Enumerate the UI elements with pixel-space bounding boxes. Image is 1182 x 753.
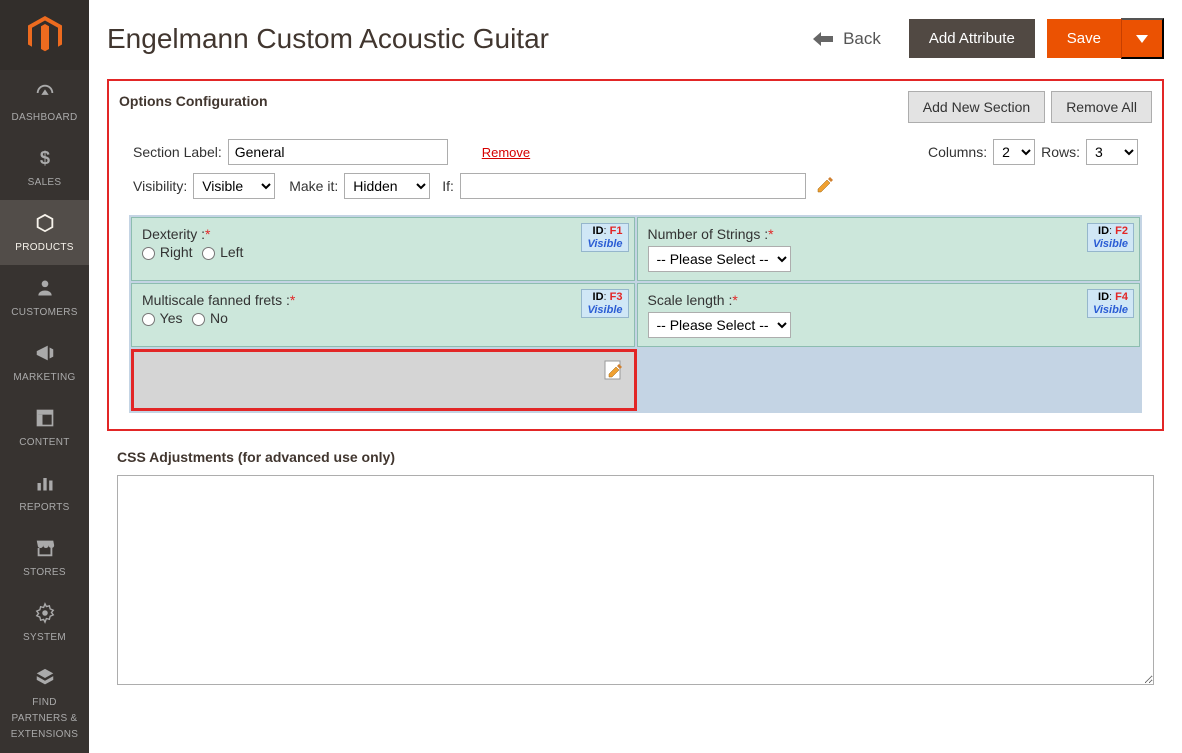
empty-cell[interactable] [639, 349, 1141, 411]
nav-label: SYSTEM [23, 632, 66, 643]
admin-sidebar: DASHBOARD $ SALES PRODUCTS CUSTOMERS MAR… [0, 0, 89, 753]
content-icon [35, 407, 55, 429]
option-id-badge: ID: F2 Visible [1087, 223, 1134, 252]
radio-yes[interactable]: Yes [142, 310, 182, 326]
css-textarea[interactable] [117, 475, 1154, 685]
section-label-input[interactable] [228, 139, 448, 165]
save-button[interactable]: Save [1047, 19, 1121, 58]
nav-dashboard[interactable]: DASHBOARD [0, 70, 89, 135]
columns-select[interactable]: 2 [993, 139, 1035, 165]
nav-label: CUSTOMERS [11, 307, 77, 318]
products-icon [34, 212, 56, 234]
edit-cell-button[interactable] [604, 360, 624, 383]
page-header: Engelmann Custom Acoustic Guitar Back Ad… [107, 0, 1164, 79]
customers-icon [35, 277, 55, 299]
section-label-text: Section Label: [133, 144, 222, 160]
stores-icon [34, 537, 56, 559]
add-attribute-button[interactable]: Add Attribute [909, 19, 1035, 58]
radio-no[interactable]: No [192, 310, 228, 326]
css-heading: CSS Adjustments (for advanced use only) [117, 449, 1164, 465]
option-cell-dexterity[interactable]: ID: F1 Visible Dexterity :* Right Left [131, 217, 635, 281]
system-icon [34, 602, 56, 624]
nav-label: REPORTS [19, 502, 69, 513]
sales-icon: $ [35, 147, 55, 169]
chevron-down-icon [1136, 35, 1148, 43]
nav-label: MARKETING [13, 372, 75, 383]
remove-all-button[interactable]: Remove All [1051, 91, 1152, 123]
make-it-label: Make it: [289, 178, 338, 194]
dashboard-icon [34, 82, 56, 104]
add-section-button[interactable]: Add New Section [908, 91, 1045, 123]
nav-label: SALES [28, 177, 62, 188]
nav-partners[interactable]: FIND PARTNERS & EXTENSIONS [0, 655, 89, 753]
svg-text:$: $ [39, 147, 49, 168]
if-input[interactable] [460, 173, 806, 199]
radio-right[interactable]: Right [142, 244, 193, 260]
nav-label: FIND PARTNERS & EXTENSIONS [11, 697, 78, 740]
nav-label: DASHBOARD [11, 112, 77, 123]
back-button[interactable]: Back [813, 29, 881, 49]
pencil-note-icon [604, 360, 624, 380]
magento-logo-icon [28, 16, 62, 54]
nav-label: CONTENT [19, 437, 69, 448]
option-cell-scale[interactable]: ID: F4 Visible Scale length :* -- Please… [637, 283, 1141, 347]
empty-cell-selected[interactable] [131, 349, 637, 411]
option-id-badge: ID: F1 Visible [581, 223, 628, 252]
edit-condition-button[interactable] [816, 176, 834, 197]
option-cell-multiscale[interactable]: ID: F3 Visible Multiscale fanned frets :… [131, 283, 635, 347]
option-title: Multiscale fanned frets :* [142, 292, 295, 308]
arrow-left-icon [813, 32, 833, 46]
make-it-select[interactable]: Hidden [344, 173, 430, 199]
logo[interactable] [0, 0, 89, 70]
main-content: Engelmann Custom Acoustic Guitar Back Ad… [89, 0, 1182, 753]
nav-customers[interactable]: CUSTOMERS [0, 265, 89, 330]
option-title: Dexterity :* [142, 226, 210, 242]
radio-left[interactable]: Left [202, 244, 243, 260]
nav-stores[interactable]: STORES [0, 525, 89, 590]
remove-section-link[interactable]: Remove [482, 145, 530, 160]
marketing-icon [34, 342, 56, 364]
page-title: Engelmann Custom Acoustic Guitar [107, 23, 813, 55]
if-label: If: [442, 178, 454, 194]
options-config-panel: Options Configuration Add New Section Re… [107, 79, 1164, 431]
rows-select[interactable]: 3 [1086, 139, 1138, 165]
partners-icon [34, 667, 56, 689]
visibility-label: Visibility: [133, 178, 187, 194]
panel-header: Options Configuration Add New Section Re… [119, 91, 1152, 123]
nav-label: PRODUCTS [15, 242, 74, 253]
panel-title: Options Configuration [119, 91, 268, 109]
reports-icon [35, 472, 55, 494]
pencil-icon [816, 176, 834, 194]
scale-select[interactable]: -- Please Select -- [648, 312, 791, 338]
option-id-badge: ID: F4 Visible [1087, 289, 1134, 318]
columns-label: Columns: [928, 144, 987, 160]
option-cell-strings[interactable]: ID: F2 Visible Number of Strings :* -- P… [637, 217, 1141, 281]
visibility-select[interactable]: Visible [193, 173, 275, 199]
option-id-badge: ID: F3 Visible [581, 289, 628, 318]
nav-reports[interactable]: REPORTS [0, 460, 89, 525]
option-title: Number of Strings :* [648, 226, 774, 242]
back-label: Back [843, 29, 881, 49]
save-dropdown-toggle[interactable] [1121, 18, 1164, 59]
nav-marketing[interactable]: MARKETING [0, 330, 89, 395]
nav-sales[interactable]: $ SALES [0, 135, 89, 200]
rows-label: Rows: [1041, 144, 1080, 160]
options-grid: ID: F1 Visible Dexterity :* Right Left I… [129, 215, 1142, 413]
nav-system[interactable]: SYSTEM [0, 590, 89, 655]
nav-label: STORES [23, 567, 66, 578]
option-title: Scale length :* [648, 292, 738, 308]
strings-select[interactable]: -- Please Select -- [648, 246, 791, 272]
nav-content[interactable]: CONTENT [0, 395, 89, 460]
nav-products[interactable]: PRODUCTS [0, 200, 89, 265]
